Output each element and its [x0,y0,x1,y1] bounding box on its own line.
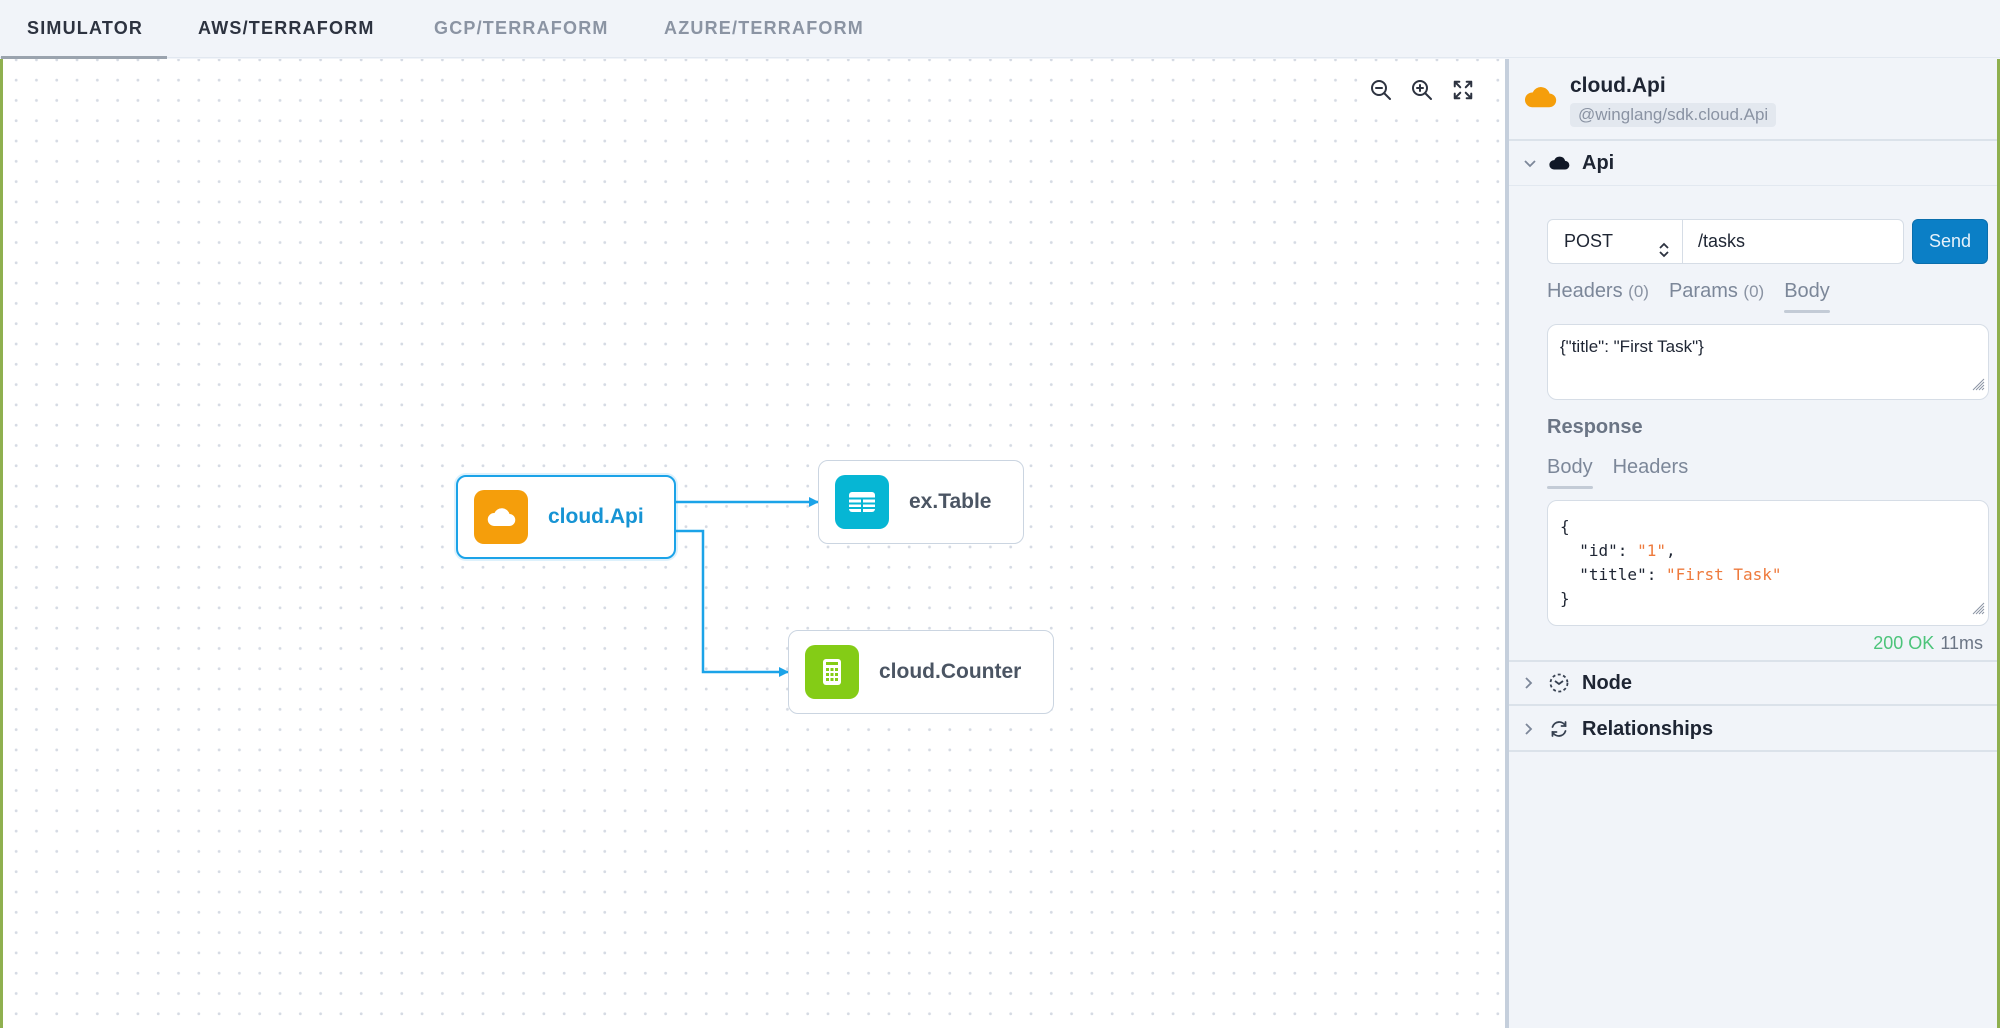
fit-view-icon [1454,80,1473,100]
chevron-up-down-icon [1658,232,1670,274]
inspector-title: cloud.Api [1570,74,1666,97]
resize-grip-icon[interactable] [1971,598,1985,622]
zoom-out-button[interactable] [1367,76,1395,104]
response-body-output[interactable]: { "id": "1", "title": "First Task" } [1547,500,1989,626]
canvas-toolbar [1360,68,1484,112]
http-method-select[interactable]: POST [1547,219,1683,264]
json-line: "id": "1", [1560,541,1676,560]
tab-response-headers[interactable]: Headers [1613,456,1689,483]
inspector-panel: cloud.Api @winglang/sdk.cloud.Api Api PO… [1509,59,2000,1028]
tab-aws-terraform[interactable]: AWS/TERRAFORM [198,0,375,58]
json-line: "title": "First Task" [1560,565,1782,584]
resize-grip-icon[interactable] [1971,376,1985,396]
tab-simulator[interactable]: SIMULATOR [0,0,168,59]
table-icon [849,492,875,512]
cloud-icon [1547,155,1571,171]
chevron-down-icon [1523,158,1537,168]
request-tabs: Headers (0) Params (0) Body [1547,280,1850,313]
chevron-right-icon [1523,676,1537,690]
node-ex-table[interactable]: ex.Table [818,460,1024,544]
divider [1509,185,1997,186]
node-label: cloud.Api [548,505,644,528]
node-cube-icon [1547,672,1571,694]
response-status: 200 OK 11ms [1873,633,1983,654]
inspector-header: cloud.Api @winglang/sdk.cloud.Api [1509,59,1997,141]
node-badge [805,645,859,699]
tab-response-body[interactable]: Body [1547,456,1593,489]
node-badge [474,490,528,544]
node-label: cloud.Counter [879,660,1022,683]
calculator-icon [823,659,841,685]
json-line: } [1560,589,1570,608]
section-node[interactable]: Node [1509,662,1997,706]
chevron-right-icon [1523,722,1537,736]
request-body-input[interactable]: {"title": "First Task"} [1547,324,1989,400]
node-cloud-api[interactable]: cloud.Api [456,475,676,559]
tab-gcp-terraform[interactable]: GCP/TERRAFORM [434,0,609,58]
section-title: Node [1582,671,1632,694]
response-label: Response [1547,416,1643,438]
tab-request-body[interactable]: Body [1784,280,1830,313]
request-row: POST /tasks Send [1547,219,1989,264]
resource-type-badge: @winglang/sdk.cloud.Api [1570,103,1777,127]
response-tabs: Body Headers [1547,456,1708,489]
tab-request-headers[interactable]: Headers (0) [1547,280,1649,307]
zoom-in-icon [1411,80,1432,100]
http-method-value: POST [1564,231,1614,251]
node-cloud-counter[interactable]: cloud.Counter [788,630,1054,714]
send-button[interactable]: Send [1912,219,1988,264]
diagram-canvas[interactable] [0,59,1508,1028]
zoom-in-button[interactable] [1408,76,1436,104]
top-tab-bar: SIMULATOR AWS/TERRAFORM GCP/TERRAFORM AZ… [0,0,2000,59]
section-relationships[interactable]: Relationships [1509,708,1997,752]
status-code: 200 OK [1873,633,1935,653]
section-title: Relationships [1582,717,1714,740]
section-api[interactable]: Api [1509,141,1997,185]
node-label: ex.Table [909,490,992,513]
zoom-out-icon [1370,80,1391,100]
section-title: Api [1582,151,1615,174]
cloud-icon [1523,83,1557,116]
fit-view-button[interactable] [1449,76,1477,104]
json-line: { [1560,517,1570,536]
request-path-input[interactable]: /tasks [1682,219,1904,264]
tab-azure-terraform[interactable]: AZURE/TERRAFORM [664,0,864,58]
request-body-text: {"title": "First Task"} [1560,337,1704,356]
node-badge [835,475,889,529]
cloud-icon [487,508,516,527]
refresh-icon [1547,718,1571,740]
tab-request-params[interactable]: Params (0) [1669,280,1764,307]
response-duration: 11ms [1940,633,1983,653]
